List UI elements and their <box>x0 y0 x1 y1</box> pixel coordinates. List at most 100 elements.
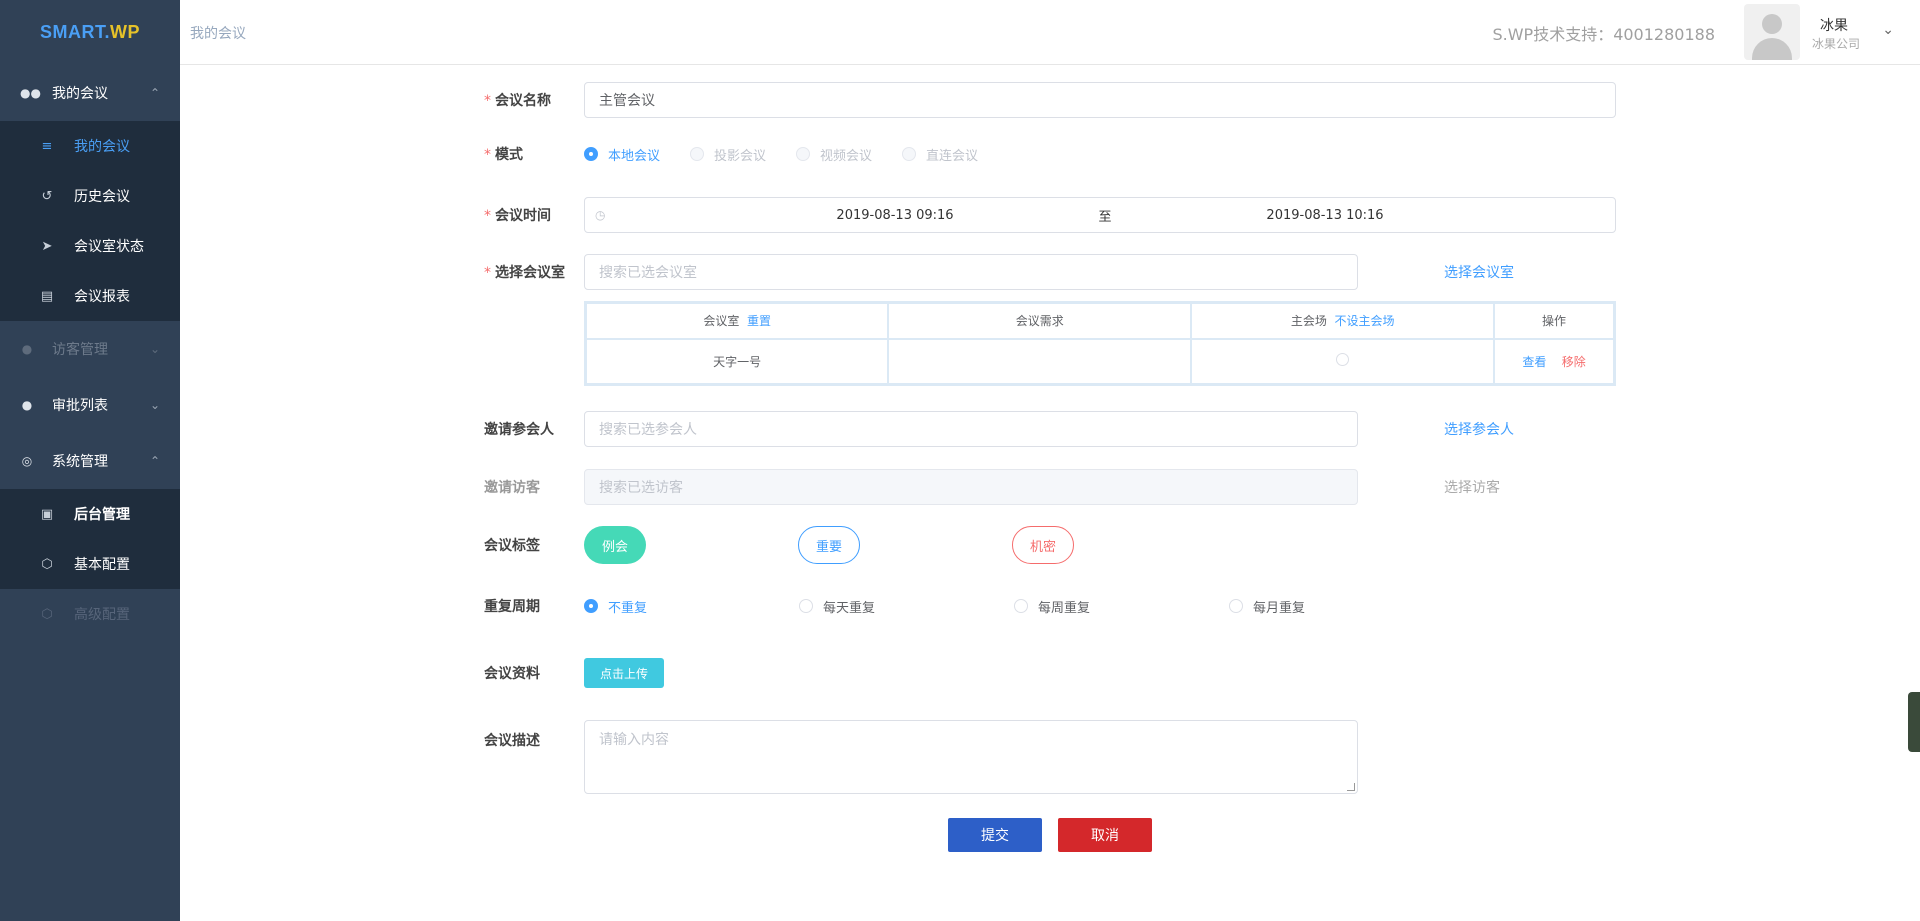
tag-regular[interactable]: 例会 <box>584 526 646 564</box>
meeting-time-range-picker[interactable]: ◷ 2019-08-13 09:16 至 2019-08-13 10:16 <box>584 197 1616 233</box>
sidebar-item-label: 历史会议 <box>74 189 130 205</box>
tag-important[interactable]: 重要 <box>798 526 860 564</box>
chevron-up-icon: ⌃ <box>149 454 160 468</box>
table-row: 天字一号 查看 移除 <box>584 337 1616 386</box>
radio-dot <box>796 147 811 161</box>
sidebar-item-label: 我的会议 <box>74 139 130 155</box>
form-row-name: * 会议名称 主管会议 <box>484 82 1616 118</box>
field-label: 邀请参会人 <box>484 422 554 438</box>
image-icon: ▣ <box>40 506 54 522</box>
chevron-down-icon: ⌄ <box>149 342 160 356</box>
field-label: 邀请访客 <box>484 480 540 496</box>
select-visitor-link: 选择访客 <box>1444 480 1500 496</box>
form-row-tags: 会议标签 例会 重要 机密 <box>484 526 1074 564</box>
field-label: 会议描述 <box>484 733 540 749</box>
sidebar-item-reports[interactable]: ▤ 会议报表 <box>0 271 180 321</box>
sidebar-item-label: 高级配置 <box>74 607 130 623</box>
no-main-venue-link[interactable]: 不设主会场 <box>1335 314 1395 328</box>
reset-link[interactable]: 重置 <box>747 314 771 328</box>
sidebar-group-label: 审批列表 <box>52 398 108 414</box>
people-icon: ●● <box>20 86 41 100</box>
radio-repeat-daily[interactable]: 每天重复 <box>799 597 1014 616</box>
clock-icon: ◷ <box>595 208 606 222</box>
radio-mode-local[interactable]: 本地会议 <box>584 145 660 164</box>
description-textarea[interactable]: 请输入内容 <box>584 720 1358 794</box>
user-icon: ● <box>21 398 33 412</box>
col-ops: 操作 <box>1493 301 1616 340</box>
visitor-search-input: 搜索已选访客 <box>584 469 1358 505</box>
select-room-link[interactable]: 选择会议室 <box>1444 262 1514 282</box>
sidebar-group-my-meetings[interactable]: ●● 我的会议 ⌃ <box>0 65 180 121</box>
view-room-link[interactable]: 查看 <box>1522 355 1546 369</box>
sidebar-item-label: 会议报表 <box>74 289 130 305</box>
avatar[interactable] <box>1744 4 1800 60</box>
field-label: * 选择会议室 <box>484 265 565 281</box>
main-venue-radio[interactable] <box>1336 353 1350 367</box>
cell-ops: 查看 移除 <box>1493 337 1616 386</box>
radio-repeat-weekly[interactable]: 每周重复 <box>1014 597 1229 616</box>
sidebar-item-basic-config[interactable]: ⬡ 基本配置 <box>0 539 180 589</box>
field-label: 重复周期 <box>484 599 540 615</box>
radio-dot <box>584 599 598 613</box>
cell-room-name: 天字一号 <box>584 337 890 386</box>
required-marker: * <box>484 147 491 163</box>
floating-side-widget[interactable] <box>1908 692 1920 752</box>
user-icon: ● <box>21 342 33 356</box>
avatar-head-shape <box>1762 14 1782 34</box>
sidebar-item-backend[interactable]: ▣ 后台管理 <box>0 489 180 539</box>
chevron-down-icon[interactable]: ⌄ <box>1882 22 1894 38</box>
sidebar-group-system[interactable]: ◎ 系统管理 ⌃ <box>0 433 180 489</box>
sidebar-group-label: 系统管理 <box>52 454 108 470</box>
radio-dot <box>799 599 813 613</box>
meeting-name-input[interactable]: 主管会议 <box>584 82 1616 118</box>
sidebar-group-label: 访客管理 <box>52 342 108 358</box>
end-time[interactable]: 2019-08-13 10:16 <box>1175 208 1475 223</box>
upload-button[interactable]: 点击上传 <box>584 658 664 688</box>
radio-repeat-monthly[interactable]: 每月重复 <box>1229 597 1444 616</box>
sidebar-group-label: 我的会议 <box>52 86 108 102</box>
user-company: 冰果公司 <box>1811 37 1860 51</box>
user-name[interactable]: 冰果 <box>1820 15 1848 35</box>
sidebar-item-my-meetings[interactable]: ≡ 我的会议 <box>0 121 180 171</box>
sidebar-item-room-status[interactable]: ➤ 会议室状态 <box>0 221 180 271</box>
send-icon: ➤ <box>41 238 53 254</box>
top-header: 我的会议 S.WP技术支持：4001280188 冰果 冰果公司 ⌄ <box>180 0 1920 65</box>
form-row-time: * 会议时间 ◷ 2019-08-13 09:16 至 2019-08-13 10… <box>484 197 1616 233</box>
attendee-search-input[interactable]: 搜索已选参会人 <box>584 411 1358 447</box>
sidebar-item-history[interactable]: ↺ 历史会议 <box>0 171 180 221</box>
sidebar-item-label: 会议室状态 <box>74 239 144 255</box>
submit-button[interactable]: 提交 <box>948 818 1042 852</box>
cube-icon: ⬡ <box>41 606 53 622</box>
field-label: * 会议名称 <box>484 93 551 109</box>
textarea-placeholder: 请输入内容 <box>599 732 669 748</box>
list-icon: ≡ <box>41 138 53 154</box>
support-phone: S.WP技术支持：4001280188 <box>1492 25 1715 44</box>
breadcrumb[interactable]: 我的会议 <box>190 23 246 43</box>
form-row-files: 会议资料 点击上传 <box>484 658 664 688</box>
select-attendee-link[interactable]: 选择参会人 <box>1444 419 1514 439</box>
required-marker: * <box>484 208 491 224</box>
sidebar: SMART. WP ●● 我的会议 ⌃ ≡ 我的会议 ↺ 历史会议 ➤ 会议室状态… <box>0 0 180 921</box>
start-time[interactable]: 2019-08-13 09:16 <box>755 208 1035 223</box>
resize-handle[interactable] <box>1347 783 1355 791</box>
form-row-attendees: 邀请参会人 搜索已选参会人 选择参会人 <box>484 411 1514 447</box>
cell-needs[interactable] <box>887 337 1193 386</box>
tag-confidential[interactable]: 机密 <box>1012 526 1074 564</box>
room-search-input[interactable]: 搜索已选会议室 <box>584 254 1358 290</box>
cancel-button[interactable]: 取消 <box>1058 818 1152 852</box>
form-row-repeat: 重复周期 不重复 每天重复 每周重复 每月重复 <box>484 594 1444 618</box>
radio-dot <box>690 147 705 161</box>
remove-room-link[interactable]: 移除 <box>1562 355 1586 369</box>
radio-dot <box>584 147 598 161</box>
sidebar-group-approvals[interactable]: ● 审批列表 ⌄ <box>0 377 180 433</box>
col-main-venue: 主会场 不设主会场 <box>1190 301 1496 340</box>
report-icon: ▤ <box>40 288 54 304</box>
radio-mode-direct: 直连会议 <box>902 145 978 164</box>
sidebar-item-label: 基本配置 <box>74 557 130 573</box>
app-logo[interactable]: SMART. WP <box>0 0 180 65</box>
cube-icon: ⬡ <box>41 556 53 572</box>
chevron-up-icon: ⌃ <box>149 86 160 100</box>
sidebar-group-visitors: ● 访客管理 ⌄ <box>0 321 180 377</box>
radio-dot <box>1014 599 1028 613</box>
radio-repeat-none[interactable]: 不重复 <box>584 597 799 616</box>
